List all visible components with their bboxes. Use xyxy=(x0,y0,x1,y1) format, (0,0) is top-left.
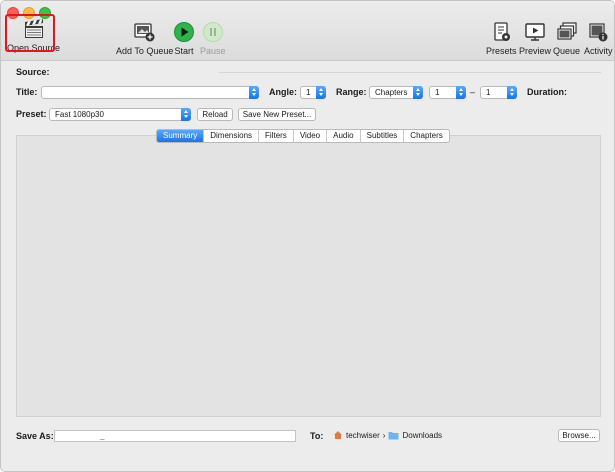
pause-icon xyxy=(202,19,224,45)
tab-audio[interactable]: Audio xyxy=(327,130,361,142)
home-icon xyxy=(333,430,343,440)
duration-label: Duration: xyxy=(527,87,567,97)
preview-label: Preview xyxy=(519,46,552,56)
chevron-updown-icon xyxy=(456,86,466,99)
pause-label: Pause xyxy=(200,46,226,56)
add-to-queue-label: Add To Queue xyxy=(116,46,174,56)
chevron-updown-icon xyxy=(413,86,423,99)
range-label: Range: xyxy=(336,87,367,97)
tab-video[interactable]: Video xyxy=(294,130,328,142)
title-popup[interactable] xyxy=(41,86,259,99)
queue-icon xyxy=(556,19,578,45)
tab-summary[interactable]: Summary xyxy=(157,130,205,142)
range-mode-value: Chapters xyxy=(375,88,408,97)
range-start-popup[interactable]: 1 xyxy=(429,86,466,99)
save-new-preset-button[interactable]: Save New Preset... xyxy=(238,108,316,121)
play-icon xyxy=(173,19,195,45)
open-source-highlight xyxy=(5,14,55,52)
range-end-value: 1 xyxy=(486,88,491,97)
start-label: Start xyxy=(174,46,194,56)
start-button[interactable]: Start xyxy=(173,19,195,56)
to-label: To: xyxy=(310,431,324,441)
save-as-field[interactable]: _ xyxy=(54,430,296,442)
title-label: Title: xyxy=(16,87,38,97)
activity-icon xyxy=(587,19,609,45)
reload-button[interactable]: Reload xyxy=(197,108,233,121)
range-mode-popup[interactable]: Chapters xyxy=(369,86,423,99)
activity-label: Activity xyxy=(584,46,613,56)
preset-popup[interactable]: Fast 1080p30 xyxy=(49,108,191,121)
handbrake-window: Open Source Add To Queue Start Pause Pre… xyxy=(0,0,615,472)
queue-button[interactable]: Queue xyxy=(553,19,580,56)
preview-button[interactable]: Preview xyxy=(519,19,551,56)
add-to-queue-button[interactable]: Add To Queue xyxy=(116,19,173,56)
pause-button[interactable]: Pause xyxy=(200,19,226,56)
source-divider xyxy=(219,72,601,73)
range-start-value: 1 xyxy=(435,88,440,97)
chevron-down-icon xyxy=(181,108,191,121)
queue-label: Queue xyxy=(553,46,581,56)
range-dash: – xyxy=(470,87,476,97)
browse-button[interactable]: Browse... xyxy=(558,429,600,442)
preset-value: Fast 1080p30 xyxy=(55,110,104,119)
angle-value: 1 xyxy=(306,88,311,97)
chevron-updown-icon xyxy=(507,86,517,99)
save-as-label: Save As: xyxy=(16,431,54,441)
preset-label: Preset: xyxy=(16,109,47,119)
destination-path[interactable]: techwiser › Downloads xyxy=(333,430,442,440)
presets-icon xyxy=(490,19,512,45)
path-user: techwiser xyxy=(346,430,380,440)
source-label: Source: xyxy=(16,67,50,77)
presets-button[interactable]: Presets xyxy=(486,19,517,56)
tab-dimensions[interactable]: Dimensions xyxy=(204,130,260,142)
path-folder: Downloads xyxy=(402,430,443,440)
chevron-updown-icon xyxy=(249,86,259,99)
range-end-popup[interactable]: 1 xyxy=(480,86,517,99)
tab-filters[interactable]: Filters xyxy=(259,130,294,142)
folder-icon xyxy=(388,431,399,440)
chevron-updown-icon xyxy=(316,86,326,99)
tab-bar: Summary Dimensions Filters Video Audio S… xyxy=(156,129,450,143)
tab-chapters[interactable]: Chapters xyxy=(404,130,448,142)
angle-label: Angle: xyxy=(269,87,297,97)
activity-button[interactable]: Activity xyxy=(584,19,613,56)
toolbar: Open Source Add To Queue Start Pause Pre… xyxy=(1,1,614,61)
presets-label: Presets xyxy=(486,46,517,56)
save-as-value: _ xyxy=(100,431,105,440)
tab-content-panel xyxy=(16,135,601,417)
angle-popup[interactable]: 1 xyxy=(300,86,326,99)
tab-subtitles[interactable]: Subtitles xyxy=(361,130,405,142)
add-to-queue-icon xyxy=(133,19,157,45)
path-separator: › xyxy=(382,430,386,440)
preview-icon xyxy=(524,19,546,45)
